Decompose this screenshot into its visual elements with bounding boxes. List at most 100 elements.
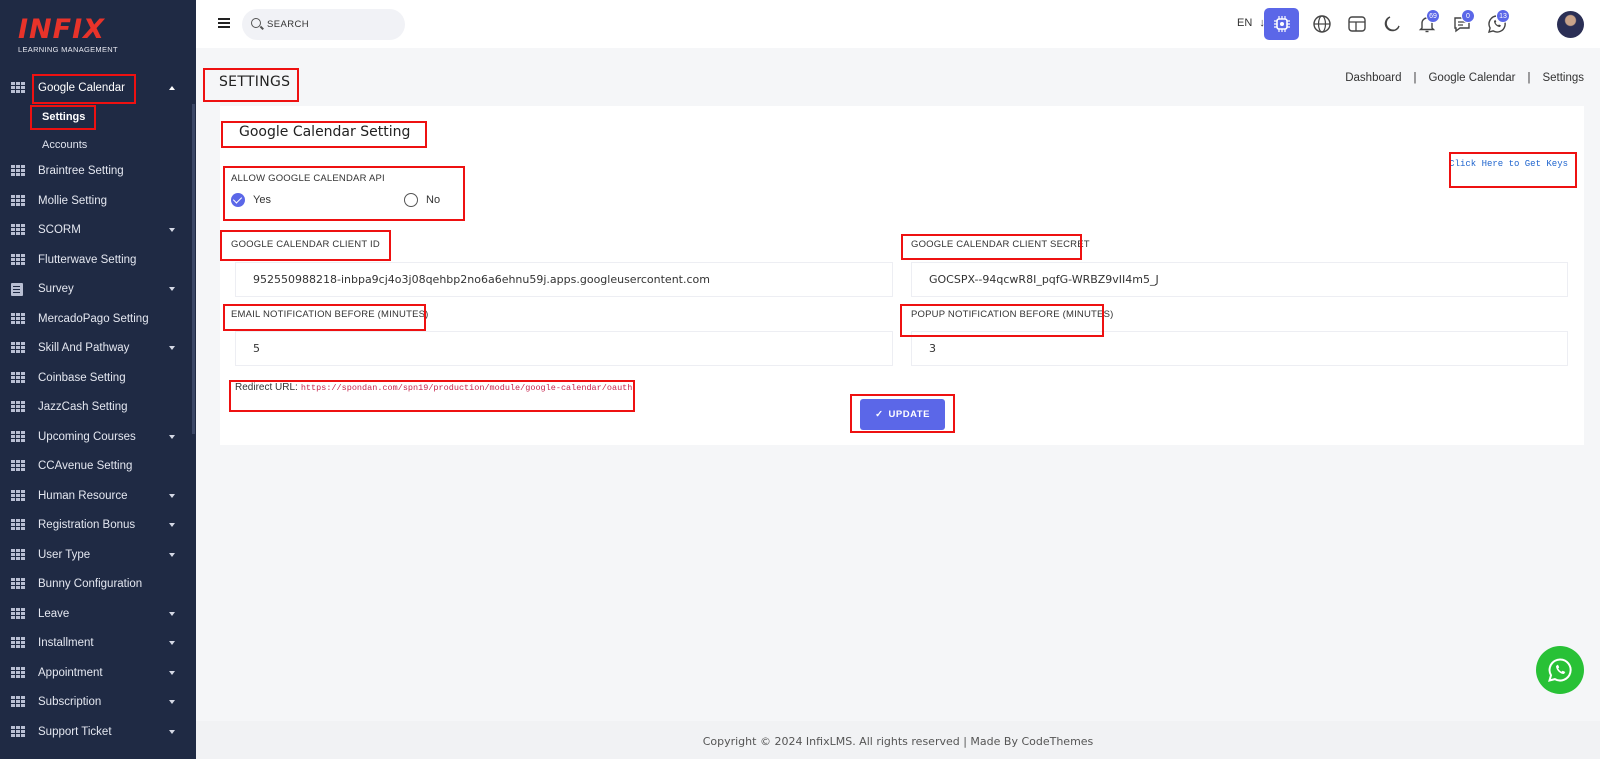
radio-no[interactable]: No	[404, 193, 440, 207]
sidebar-item-label: Braintree Setting	[38, 165, 124, 177]
chip-icon-button[interactable]	[1264, 8, 1299, 40]
sidebar-subitem-accounts[interactable]: Accounts	[42, 139, 87, 151]
logo-wordmark: INFIX	[18, 14, 105, 45]
sidebar-item-label: Bunny Configuration	[38, 578, 143, 590]
sidebar-subitem-settings[interactable]: Settings	[42, 111, 85, 123]
grid-icon	[11, 460, 25, 472]
sidebar-item-mercadopago-setting[interactable]: MercadoPago Setting	[0, 306, 192, 332]
breadcrumb-separator: |	[1413, 72, 1417, 84]
layout-icon[interactable]	[1347, 14, 1367, 34]
bell-icon[interactable]: 69	[1417, 9, 1440, 34]
grid-icon	[11, 194, 25, 207]
sidebar-item-braintree-setting[interactable]: Braintree Setting	[0, 158, 192, 184]
sidebar-item-google-calendar[interactable]: Google Calendar	[0, 75, 192, 101]
client-id-input[interactable]	[235, 262, 893, 297]
chat-icon[interactable]: 0	[1452, 9, 1475, 34]
sidebar-item-upcoming-courses[interactable]: Upcoming Courses	[0, 424, 192, 450]
moon-icon[interactable]	[1382, 14, 1402, 34]
search-input[interactable]	[267, 16, 397, 32]
sidebar-item-flutterwave-setting[interactable]: Flutterwave Setting	[0, 247, 192, 273]
sidebar-scrollbar[interactable]	[192, 104, 195, 434]
sidebar-item-mollie-setting[interactable]: Mollie Setting	[0, 188, 192, 214]
popup-notification-input[interactable]	[911, 331, 1568, 366]
sidebar-item-subscription[interactable]: Subscription	[0, 689, 192, 715]
chevron-down-icon	[169, 729, 175, 734]
search-box[interactable]	[242, 9, 405, 40]
breadcrumb: Dashboard | Google Calendar | Settings	[1345, 72, 1584, 84]
sidebar-item-installment[interactable]: Installment	[0, 630, 192, 656]
menu-icon[interactable]	[218, 18, 230, 28]
client-secret-label: GOOGLE CALENDAR CLIENT SECRET	[911, 239, 1090, 250]
brand-logo[interactable]: INFIX LEARNING MANAGEMENT	[18, 16, 128, 60]
sidebar-item-registration-bonus[interactable]: Registration Bonus	[0, 512, 192, 538]
avatar[interactable]	[1557, 11, 1584, 38]
sidebar-item-user-type[interactable]: User Type	[0, 542, 192, 568]
radio-yes[interactable]: Yes	[231, 193, 271, 207]
chevron-up-icon	[169, 86, 175, 90]
sidebar-item-bunny-configuration[interactable]: Bunny Configuration	[0, 571, 192, 597]
chevron-down-icon	[169, 611, 175, 616]
grid-icon	[11, 371, 25, 384]
breadcrumb-google-calendar[interactable]: Google Calendar	[1428, 72, 1515, 84]
language-selector[interactable]: EN ↓	[1237, 17, 1265, 29]
grid-icon	[11, 224, 25, 236]
sidebar-item-label: Leave	[38, 607, 70, 620]
check-icon: ✓	[875, 409, 884, 420]
client-secret-input[interactable]	[911, 262, 1568, 297]
breadcrumb-dashboard[interactable]: Dashboard	[1345, 72, 1401, 84]
sidebar-item-coinbase-setting[interactable]: Coinbase Setting	[0, 365, 192, 391]
popup-notification-label: POPUP NOTIFICATION BEFORE (MINUTES)	[911, 309, 1114, 320]
card-title: Google Calendar Setting	[239, 124, 411, 140]
sidebar-item-leave[interactable]: Leave	[0, 601, 192, 627]
sidebar-item-label: Installment	[38, 637, 94, 649]
sidebar-item-jazzcash-setting[interactable]: JazzCash Setting	[0, 394, 192, 420]
sidebar-item-scorm[interactable]: SCORM	[0, 217, 192, 243]
chevron-down-icon	[169, 346, 175, 350]
breadcrumb-settings[interactable]: Settings	[1542, 72, 1584, 84]
messages-badge: 0	[1461, 9, 1475, 23]
sidebar-item-human-resource[interactable]: Human Resource	[0, 483, 192, 509]
breadcrumb-separator: |	[1527, 72, 1531, 84]
grid-icon	[11, 82, 25, 94]
globe-icon[interactable]	[1312, 14, 1332, 34]
sidebar-item-ccavenue-setting[interactable]: CCAvenue Setting	[0, 453, 192, 479]
sidebar-item-appointment[interactable]: Appointment	[0, 660, 192, 686]
grid-icon	[11, 696, 25, 708]
radio-no-label: No	[426, 194, 441, 206]
sidebar-item-label: MercadoPago Setting	[38, 312, 149, 325]
grid-icon	[11, 725, 25, 738]
sidebar-item-label: User Type	[38, 548, 91, 561]
sidebar-item-label: Human Resource	[38, 489, 128, 502]
footer-copyright: Copyright © 2024 InfixLMS. All rights re…	[702, 735, 1094, 748]
sidebar-item-label: Google Calendar	[38, 82, 125, 94]
email-notification-input[interactable]	[235, 331, 893, 366]
sidebar-item-label: Upcoming Courses	[38, 430, 136, 443]
update-button[interactable]: ✓ UPDATE	[860, 399, 945, 430]
sidebar-item-label: Appointment	[38, 666, 103, 679]
grid-icon	[11, 342, 25, 354]
client-id-label: GOOGLE CALENDAR CLIENT ID	[231, 239, 380, 250]
get-keys-link[interactable]: Click Here to Get Keys	[1449, 159, 1568, 169]
sidebar-item-support-ticket[interactable]: Support Ticket	[0, 719, 192, 745]
sidebar-item-label: Mollie Setting	[38, 194, 108, 207]
grid-icon	[11, 607, 25, 620]
settings-card: Google Calendar Setting Click Here to Ge…	[220, 106, 1584, 445]
grid-icon	[11, 578, 25, 590]
chevron-down-icon	[169, 434, 175, 439]
chevron-down-icon	[169, 523, 175, 527]
whatsapp-icon[interactable]: 13	[1487, 9, 1510, 34]
grid-icon	[11, 165, 25, 177]
sidebar-item-label: Support Ticket	[38, 725, 112, 738]
sidebar-item-label: Skill And Pathway	[38, 342, 130, 354]
whatsapp-float-button[interactable]	[1536, 646, 1584, 694]
email-notification-label: EMAIL NOTIFICATION BEFORE (MINUTES)	[231, 309, 429, 320]
redirect-url-label: Redirect URL:	[235, 382, 298, 393]
chevron-down-icon	[169, 493, 175, 498]
grid-icon	[11, 666, 25, 679]
sidebar-item-survey[interactable]: Survey	[0, 276, 192, 302]
redirect-url-row: Redirect URL: https://spondan.com/spn19/p…	[235, 382, 632, 393]
sidebar-item-label: SCORM	[38, 224, 81, 236]
sidebar-item-label: CCAvenue Setting	[38, 460, 133, 472]
grid-icon	[11, 637, 25, 649]
sidebar-item-skill-and-pathway[interactable]: Skill And Pathway	[0, 335, 192, 361]
